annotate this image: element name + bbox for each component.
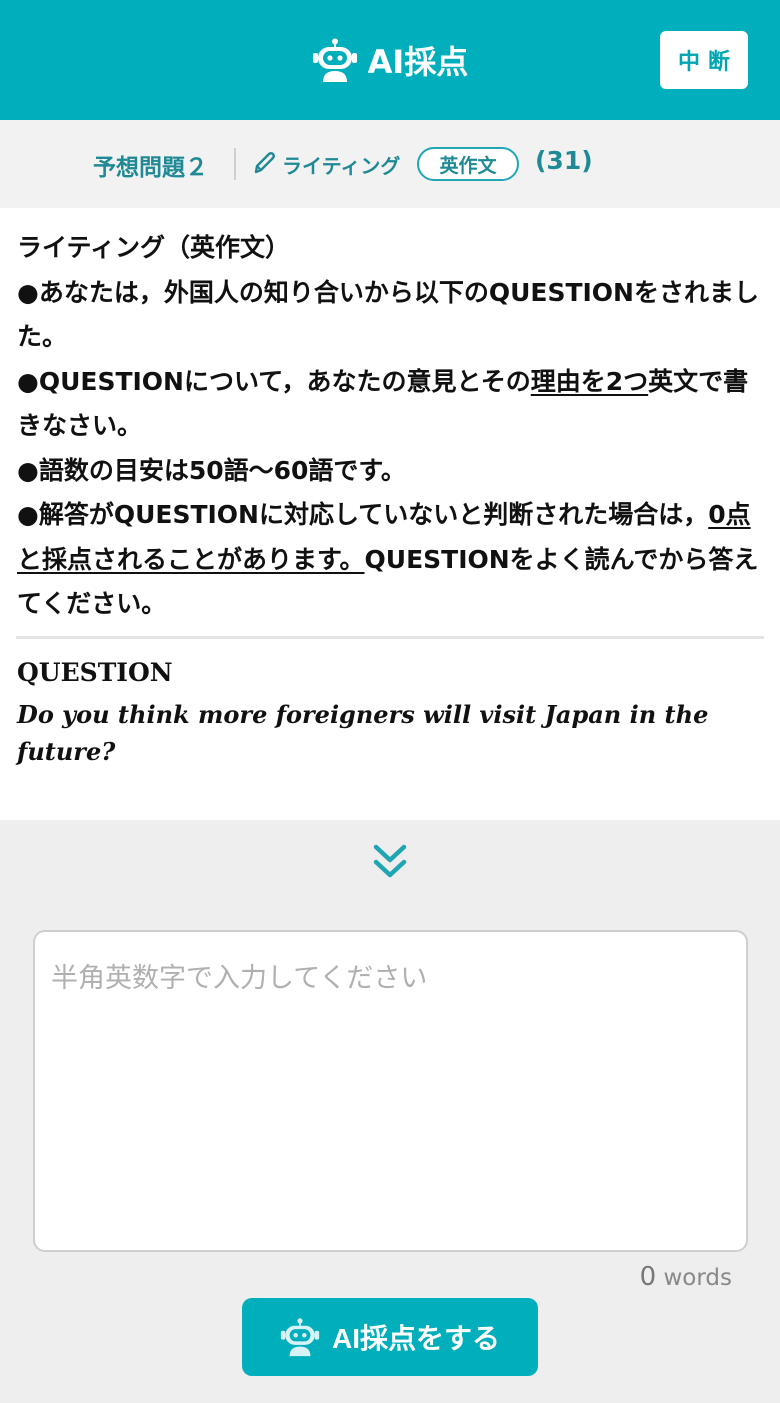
robot-icon: [280, 1318, 320, 1357]
category-pill: 英作文: [417, 147, 519, 181]
question-info-bar: 予想問題２ ライティング 英作文 (31): [0, 120, 780, 208]
word-count-number: 0: [639, 1262, 657, 1292]
instruction-emphasis: 理由を2つ: [530, 366, 649, 396]
instruction-text: ●QUESTIONについて，あなたの意見とその: [17, 366, 531, 396]
pencil-icon: [254, 152, 275, 174]
word-count: 0 words: [640, 1262, 732, 1292]
word-count-unit: words: [663, 1265, 732, 1291]
header-title-text: AI採点: [367, 43, 469, 81]
pause-button[interactable]: 中断: [660, 31, 748, 89]
answer-textarea[interactable]: [33, 930, 748, 1252]
instruction-bullet: ●語数の目安は50語～60語です。: [17, 455, 406, 485]
instruction-bullet: ●QUESTIONについて，あなたの意見とその理由を2つ英文で書きなさい。: [17, 360, 767, 449]
double-chevron-down-icon[interactable]: [372, 843, 408, 879]
question-content: ライティング（英作文） ●あなたは，外国人の知り合いから以下のQUESTIONを…: [0, 208, 780, 820]
question-label: QUESTION: [17, 658, 173, 687]
question-text: Do you think more foreigners will visit …: [17, 700, 709, 766]
instruction-bullet: ●あなたは，外国人の知り合いから以下のQUESTIONをされました。: [17, 277, 759, 352]
instructions: ライティング（英作文） ●あなたは，外国人の知り合いから以下のQUESTIONを…: [17, 226, 767, 627]
robot-icon: [312, 38, 357, 82]
section-divider: [16, 636, 764, 639]
submit-label: AI採点をする: [331, 1323, 500, 1354]
instruction-bullet: ●解答がQUESTIONに対応していないと判断された場合は，0点と採点されること…: [17, 493, 767, 627]
category-label: ライティング: [282, 154, 401, 178]
app-header: AI採点 中断: [0, 0, 780, 120]
instruction-text: ●解答がQUESTIONに対応していないと判断された場合は，: [17, 500, 709, 529]
divider: [234, 148, 236, 180]
question-number: 予想問題２: [93, 155, 208, 181]
submit-ai-grading-button[interactable]: AI採点をする: [242, 1298, 538, 1376]
instructions-title: ライティング（英作文）: [17, 233, 291, 262]
question-count: (31): [535, 146, 593, 175]
